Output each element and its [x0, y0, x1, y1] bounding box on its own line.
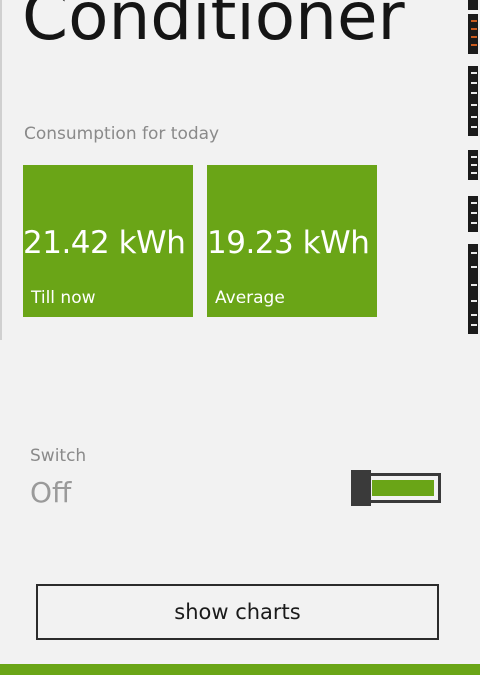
power-toggle-switch[interactable]: [351, 470, 441, 506]
peek-tile-highlight: [466, 14, 478, 54]
toggle-fill: [372, 480, 434, 496]
peek-tile: [466, 196, 478, 232]
till-now-tile[interactable]: 21.42 kWh Till now: [23, 165, 193, 317]
show-charts-button[interactable]: show charts: [36, 584, 439, 640]
page-title: Conditioner: [22, 0, 405, 55]
toggle-knob[interactable]: [351, 470, 371, 506]
switch-label: Switch: [30, 446, 87, 466]
bottom-accent-bar: [0, 664, 480, 675]
peek-tile: [466, 244, 478, 334]
peek-tile: [466, 66, 478, 136]
left-edge-divider: [0, 0, 2, 340]
average-value: 19.23 kWh: [207, 225, 370, 261]
peek-tile: [466, 150, 478, 180]
app-page: Conditioner Consumption for today 21.42 …: [0, 0, 480, 675]
till-now-label: Till now: [31, 288, 96, 308]
next-panorama-page-peek: [462, 0, 480, 340]
consumption-section-label: Consumption for today: [24, 124, 220, 144]
average-label: Average: [215, 288, 285, 308]
till-now-value: 21.42 kWh: [23, 225, 186, 261]
switch-state-text: Off: [30, 476, 72, 509]
toggle-track: [365, 473, 441, 503]
peek-tile: [466, 0, 478, 10]
average-tile[interactable]: 19.23 kWh Average: [207, 165, 377, 317]
